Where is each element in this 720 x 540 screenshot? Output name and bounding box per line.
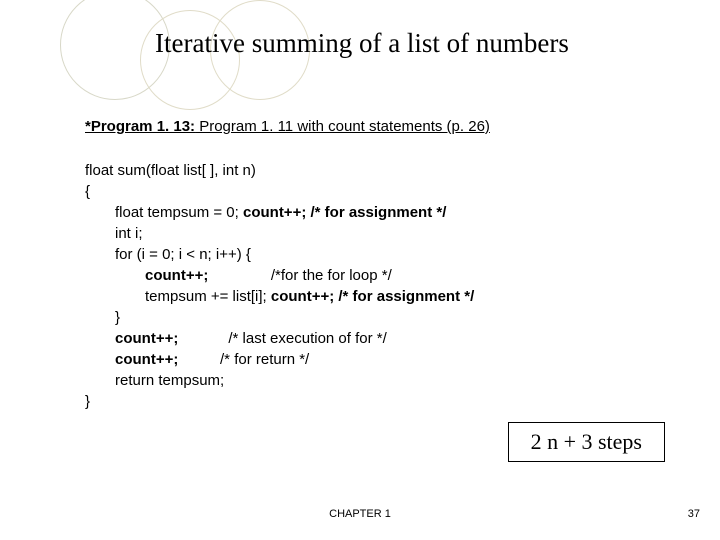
- code-text: /* for return */: [178, 351, 309, 368]
- code-bold: count++;: [243, 204, 306, 221]
- code-bold: /* for assignment */: [306, 204, 446, 221]
- code-line: tempsum += list[i]; count++; /* for assi…: [85, 286, 474, 307]
- footer-page-number: 37: [688, 508, 700, 520]
- code-bold: count++;: [115, 330, 178, 347]
- code-bold: count++;: [115, 351, 178, 368]
- code-block: float sum(float list[ ], int n) { float …: [85, 160, 474, 412]
- code-line: float sum(float list[ ], int n): [85, 160, 474, 181]
- code-line: count++; /* last execution of for */: [85, 328, 474, 349]
- code-text: /*for the for loop */: [208, 267, 391, 284]
- code-line: }: [85, 307, 474, 328]
- code-text: float tempsum = 0;: [115, 204, 243, 221]
- code-line: count++; /* for return */: [85, 349, 474, 370]
- subtitle-rest: Program 1. 11 with count statements (p. …: [195, 118, 490, 135]
- code-line: return tempsum;: [85, 370, 474, 391]
- slide-title: Iterative summing of a list of numbers: [155, 28, 569, 59]
- code-text: tempsum += list[i];: [145, 288, 271, 305]
- complexity-result: 2 n + 3 steps: [508, 422, 665, 462]
- code-line: int i;: [85, 223, 474, 244]
- code-line: }: [85, 391, 474, 412]
- code-text: /* last execution of for */: [178, 330, 386, 347]
- subtitle-bold: *Program 1. 13:: [85, 118, 195, 135]
- code-bold: /* for assignment */: [334, 288, 474, 305]
- code-line: count++; /*for the for loop */: [85, 265, 474, 286]
- code-line: {: [85, 181, 474, 202]
- code-line: for (i = 0; i < n; i++) {: [85, 244, 474, 265]
- code-bold: count++;: [271, 288, 334, 305]
- footer-chapter: CHAPTER 1: [329, 508, 391, 520]
- code-line: float tempsum = 0; count++; /* for assig…: [85, 202, 474, 223]
- program-subtitle: *Program 1. 13: Program 1. 11 with count…: [85, 118, 490, 135]
- code-bold: count++;: [145, 267, 208, 284]
